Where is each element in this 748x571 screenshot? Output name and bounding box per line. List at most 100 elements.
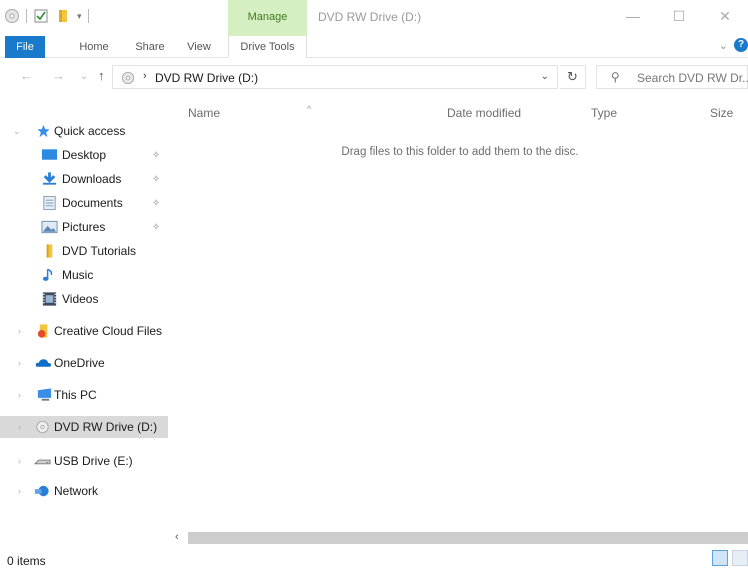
title-bar: ▾ Manage DVD RW Drive (D:) — ☐ ✕ xyxy=(0,0,748,36)
nav-label: Pictures xyxy=(62,220,106,234)
details-view-button[interactable] xyxy=(712,550,728,566)
pin-icon[interactable]: ✧ xyxy=(152,198,160,209)
nav-item-downloads[interactable]: Downloads ✧ xyxy=(0,168,168,190)
help-icon[interactable]: ? xyxy=(734,38,748,52)
recent-locations-button[interactable]: ⌄ xyxy=(80,71,88,82)
nav-label: Documents xyxy=(62,196,123,210)
navigation-pane: ⌄ Quick access Desktop ✧ Downloads ✧ Doc… xyxy=(0,104,172,546)
nav-label: Downloads xyxy=(62,172,122,186)
nav-item-this-pc[interactable]: › This PC xyxy=(0,384,168,406)
manage-tab-label: Manage xyxy=(247,11,288,23)
this-pc-icon xyxy=(37,388,52,401)
nav-item-dvd-rw-drive[interactable]: › DVD RW Drive (D:) xyxy=(0,416,168,438)
creative-cloud-icon xyxy=(37,324,48,338)
tab-share[interactable]: Share xyxy=(128,36,172,58)
forward-button[interactable]: → xyxy=(52,68,65,83)
nav-item-creative-cloud-files[interactable]: › Creative Cloud Files xyxy=(0,320,168,342)
column-header-date-modified[interactable]: Date modified xyxy=(447,106,521,128)
tab-drive-tools[interactable]: Drive Tools xyxy=(228,36,307,58)
customize-toolbar-icon[interactable]: ▾ xyxy=(77,11,82,22)
nav-item-onedrive[interactable]: › OneDrive xyxy=(0,352,168,374)
pin-icon[interactable]: ✧ xyxy=(152,150,160,161)
nav-label: Videos xyxy=(62,292,99,306)
expander-icon[interactable]: › xyxy=(18,358,21,368)
tab-file[interactable]: File xyxy=(5,36,45,58)
manage-contextual-tab: Manage xyxy=(228,0,307,36)
nav-item-pictures[interactable]: Pictures ✧ xyxy=(0,216,168,238)
nav-label: Creative Cloud Files xyxy=(54,324,163,338)
pictures-icon xyxy=(41,220,58,234)
documents-icon xyxy=(43,196,56,210)
toolbar-divider xyxy=(87,9,89,23)
navigation-bar: ← → ⌄ ↑ › DVD RW Drive (D:) ⌄ ↻ ⚲ Search… xyxy=(0,62,748,92)
empty-folder-message: Drag files to this folder to add them to… xyxy=(341,146,579,158)
column-header-name[interactable]: Name xyxy=(188,106,220,128)
minimize-button[interactable]: — xyxy=(610,0,656,32)
expander-icon[interactable]: › xyxy=(18,390,21,400)
address-dropdown-icon[interactable]: ⌄ xyxy=(541,71,549,82)
horizontal-scrollbar[interactable]: ‹ xyxy=(172,530,748,546)
search-icon: ⚲ xyxy=(611,70,620,84)
back-button[interactable]: ← xyxy=(20,68,33,83)
expander-icon[interactable]: › xyxy=(18,422,21,432)
close-button[interactable]: ✕ xyxy=(702,0,748,32)
properties-icon[interactable] xyxy=(33,8,49,24)
ribbon-tabs: File Home Share View Drive Tools xyxy=(0,36,748,58)
desktop-icon xyxy=(41,149,58,160)
nav-item-usb-drive[interactable]: › USB Drive (E:) xyxy=(0,450,168,472)
expander-icon[interactable]: ⌄ xyxy=(13,126,21,137)
tab-home[interactable]: Home xyxy=(74,36,114,58)
expander-icon[interactable]: › xyxy=(18,486,21,496)
status-item-count: 0 items xyxy=(7,554,46,568)
scrollbar-thumb[interactable] xyxy=(188,532,748,544)
breadcrumb-path[interactable]: DVD RW Drive (D:) xyxy=(155,71,258,85)
downloads-icon xyxy=(42,172,57,185)
nav-label: Network xyxy=(54,484,99,498)
expand-ribbon-icon[interactable]: ⌄ xyxy=(719,39,728,52)
nav-label: DVD Tutorials xyxy=(62,244,137,258)
large-icons-view-button[interactable] xyxy=(732,550,748,566)
nav-quick-access[interactable]: ⌄ Quick access xyxy=(0,120,168,142)
usb-drive-icon xyxy=(34,459,51,465)
videos-icon xyxy=(42,292,57,306)
view-switcher xyxy=(712,550,748,566)
column-header-size[interactable]: Size xyxy=(710,106,733,128)
folder-icon xyxy=(46,244,53,258)
nav-label: Desktop xyxy=(62,148,107,162)
nav-item-music[interactable]: Music xyxy=(0,264,168,286)
up-button[interactable]: ↑ xyxy=(98,68,105,83)
expander-icon[interactable]: › xyxy=(18,326,21,336)
ribbon-controls: ⌄ ? xyxy=(719,38,748,52)
dvd-drive-icon xyxy=(5,9,19,23)
nav-item-desktop[interactable]: Desktop ✧ xyxy=(0,144,168,166)
nav-label: OneDrive xyxy=(54,356,105,370)
nav-item-network[interactable]: › Network xyxy=(0,480,168,502)
window-title: DVD RW Drive (D:) xyxy=(318,10,422,24)
new-folder-icon[interactable] xyxy=(55,8,71,24)
nav-label: Music xyxy=(62,268,94,282)
nav-item-documents[interactable]: Documents ✧ xyxy=(0,192,168,214)
nav-item-videos[interactable]: Videos xyxy=(0,288,168,310)
window-controls: — ☐ ✕ xyxy=(610,0,748,32)
dvd-drive-icon xyxy=(121,71,135,85)
sort-indicator-icon: ^ xyxy=(307,104,312,114)
column-header-type[interactable]: Type xyxy=(591,106,617,128)
onedrive-icon xyxy=(35,359,52,367)
star-icon xyxy=(37,124,50,138)
search-placeholder: Search DVD RW Dr... xyxy=(637,71,748,85)
refresh-button[interactable]: ↻ xyxy=(560,65,586,89)
expander-icon[interactable]: › xyxy=(18,456,21,466)
nav-item-dvd-tutorials[interactable]: DVD Tutorials xyxy=(0,240,168,262)
maximize-button[interactable]: ☐ xyxy=(656,0,702,32)
dvd-drive-icon xyxy=(36,420,49,434)
pin-icon[interactable]: ✧ xyxy=(152,222,160,233)
pin-icon[interactable]: ✧ xyxy=(152,174,160,185)
nav-label: DVD RW Drive (D:) xyxy=(54,420,158,434)
breadcrumb-separator-icon[interactable]: › xyxy=(143,70,147,82)
nav-label: This PC xyxy=(54,388,97,402)
tab-view[interactable]: View xyxy=(182,36,216,58)
address-bar[interactable]: › DVD RW Drive (D:) ⌄ xyxy=(112,65,558,89)
scroll-left-icon[interactable]: ‹ xyxy=(175,531,179,543)
quick-access-toolbar: ▾ xyxy=(4,8,89,24)
search-box[interactable]: ⚲ Search DVD RW Dr... xyxy=(596,65,748,89)
